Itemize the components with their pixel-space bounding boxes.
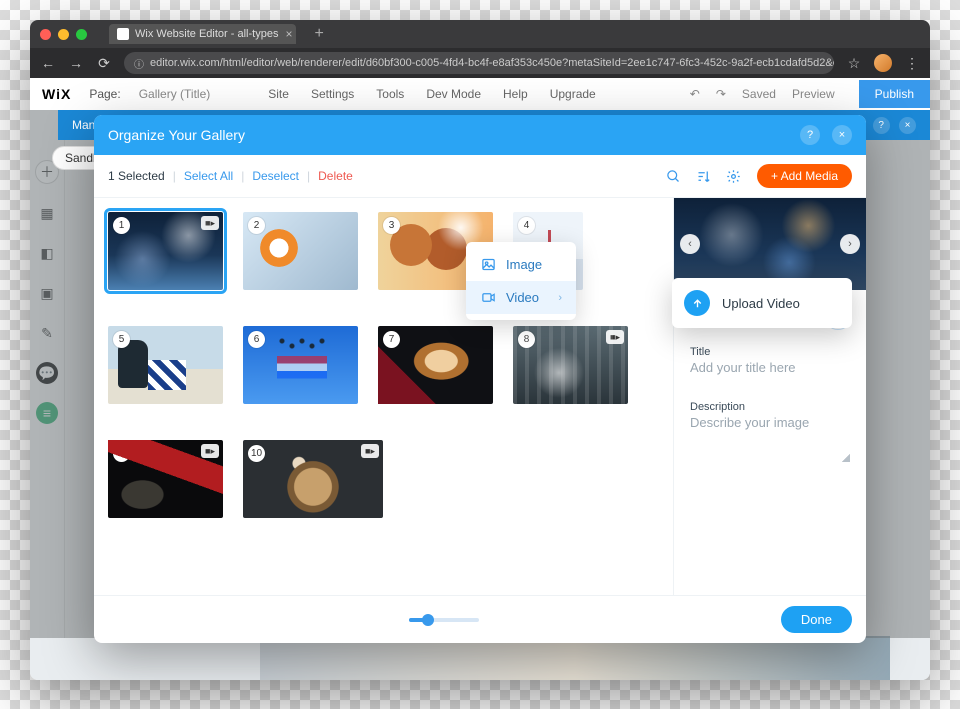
title-input[interactable]: Add your title here xyxy=(674,360,866,379)
video-badge-icon: ■▸ xyxy=(201,444,219,458)
next-item-icon[interactable]: › xyxy=(840,234,860,254)
delete-button[interactable]: Delete xyxy=(318,169,353,183)
video-badge-icon: ■▸ xyxy=(361,444,379,458)
upload-video-flyout[interactable]: Upload Video xyxy=(672,278,852,328)
deselect-button[interactable]: Deselect xyxy=(252,169,299,183)
selected-count: 1 Selected xyxy=(108,169,165,183)
gallery-item[interactable]: 6 xyxy=(243,326,358,404)
image-icon xyxy=(480,257,496,272)
new-tab-button[interactable]: + xyxy=(314,25,323,43)
zoom-slider[interactable] xyxy=(108,618,781,622)
modal-title: Organize Your Gallery xyxy=(108,127,245,143)
minimize-window-icon[interactable] xyxy=(58,29,69,40)
add-media-button[interactable]: + Add Media xyxy=(757,164,852,188)
page-selector[interactable]: Gallery (Title) xyxy=(139,87,211,101)
close-tab-icon[interactable]: × xyxy=(285,27,292,41)
collection-help-icon[interactable]: ? xyxy=(873,117,890,134)
page-label: Page: xyxy=(89,87,120,101)
dropdown-video-option[interactable]: Video › xyxy=(466,281,576,314)
menu-devmode[interactable]: Dev Mode xyxy=(426,87,481,101)
close-window-icon[interactable] xyxy=(40,29,51,40)
gallery-item[interactable]: 7 xyxy=(378,326,493,404)
upload-icon xyxy=(684,290,710,316)
video-icon xyxy=(480,290,496,305)
gallery-item[interactable]: 8■▸ xyxy=(513,326,628,404)
modal-footer: Done xyxy=(94,595,866,643)
url-bar: ← → ⟳ ⓘ editor.wix.com/html/editor/web/r… xyxy=(30,48,930,78)
menu-upgrade[interactable]: Upgrade xyxy=(550,87,596,101)
menu-tools[interactable]: Tools xyxy=(376,87,404,101)
preview-image: ‹ › xyxy=(674,198,866,290)
settings-icon[interactable] xyxy=(725,167,743,185)
gallery-item[interactable]: 9■▸ xyxy=(108,440,223,518)
gallery-item[interactable]: 1■▸ xyxy=(108,212,223,290)
menu-help[interactable]: Help xyxy=(503,87,528,101)
modal-header: Organize Your Gallery ? × xyxy=(94,115,866,155)
kebab-menu-icon[interactable]: ⋮ xyxy=(904,55,920,72)
url-text: editor.wix.com/html/editor/web/renderer/… xyxy=(150,57,834,69)
title-label: Title xyxy=(674,338,866,360)
forward-icon[interactable]: → xyxy=(68,55,84,71)
publish-button[interactable]: Publish xyxy=(859,80,930,108)
dropdown-image-option[interactable]: Image xyxy=(466,248,576,281)
menu-settings[interactable]: Settings xyxy=(311,87,354,101)
sort-icon[interactable] xyxy=(695,167,713,185)
description-label: Description xyxy=(674,393,866,415)
collection-close-icon[interactable]: × xyxy=(899,117,916,134)
description-resize-handle[interactable] xyxy=(690,434,850,462)
video-badge-icon: ■▸ xyxy=(201,216,219,230)
add-media-dropdown: Image Video › xyxy=(466,242,576,320)
wix-logo[interactable]: WiX xyxy=(42,86,71,102)
prev-item-icon[interactable]: ‹ xyxy=(680,234,700,254)
side-panel: ‹ › Replace Video Title Add your title h… xyxy=(673,198,866,595)
undo-icon[interactable]: ↶ xyxy=(690,87,700,101)
back-icon[interactable]: ← xyxy=(40,55,56,71)
profile-avatar[interactable] xyxy=(874,54,892,72)
titlebar: Wix Website Editor - all-types × + xyxy=(30,20,930,48)
select-all-button[interactable]: Select All xyxy=(184,169,233,183)
gallery-item[interactable]: 2 xyxy=(243,212,358,290)
tab-title: Wix Website Editor - all-types xyxy=(135,28,278,40)
video-badge-icon: ■▸ xyxy=(606,330,624,344)
upload-video-label: Upload Video xyxy=(722,296,800,311)
address-field[interactable]: ⓘ editor.wix.com/html/editor/web/rendere… xyxy=(124,52,834,74)
favicon-icon xyxy=(117,28,129,40)
menu-site[interactable]: Site xyxy=(268,87,289,101)
chevron-right-icon: › xyxy=(558,292,562,304)
preview-button[interactable]: Preview xyxy=(792,87,835,101)
gallery-grid: 1■▸ 2 3 4 5 6 7 8■▸ 9■▸ 10■▸ xyxy=(94,198,673,595)
reload-icon[interactable]: ⟳ xyxy=(96,55,112,72)
saved-label: Saved xyxy=(742,87,776,101)
modal-help-icon[interactable]: ? xyxy=(800,125,820,145)
traffic-lights xyxy=(40,29,87,40)
gallery-item[interactable]: 10■▸ xyxy=(243,440,383,518)
browser-tab[interactable]: Wix Website Editor - all-types × xyxy=(109,24,296,44)
fullscreen-window-icon[interactable] xyxy=(76,29,87,40)
search-icon[interactable] xyxy=(665,167,683,185)
organize-gallery-modal: Organize Your Gallery ? × 1 Selected | S… xyxy=(94,115,866,643)
redo-icon[interactable]: ↷ xyxy=(716,87,726,101)
gallery-item[interactable]: 5 xyxy=(108,326,223,404)
editor-menus: Site Settings Tools Dev Mode Help Upgrad… xyxy=(268,87,595,101)
star-icon[interactable]: ☆ xyxy=(846,55,862,72)
modal-close-icon[interactable]: × xyxy=(832,125,852,145)
description-input[interactable]: Describe your image xyxy=(674,415,866,434)
editor-top-bar: WiX Page: Gallery (Title) Site Settings … xyxy=(30,78,930,111)
lock-icon: ⓘ xyxy=(134,56,144,71)
done-button[interactable]: Done xyxy=(781,606,852,633)
browser-window: Wix Website Editor - all-types × + ← → ⟳… xyxy=(30,20,930,680)
modal-toolbar: 1 Selected | Select All | Deselect | Del… xyxy=(94,155,866,198)
